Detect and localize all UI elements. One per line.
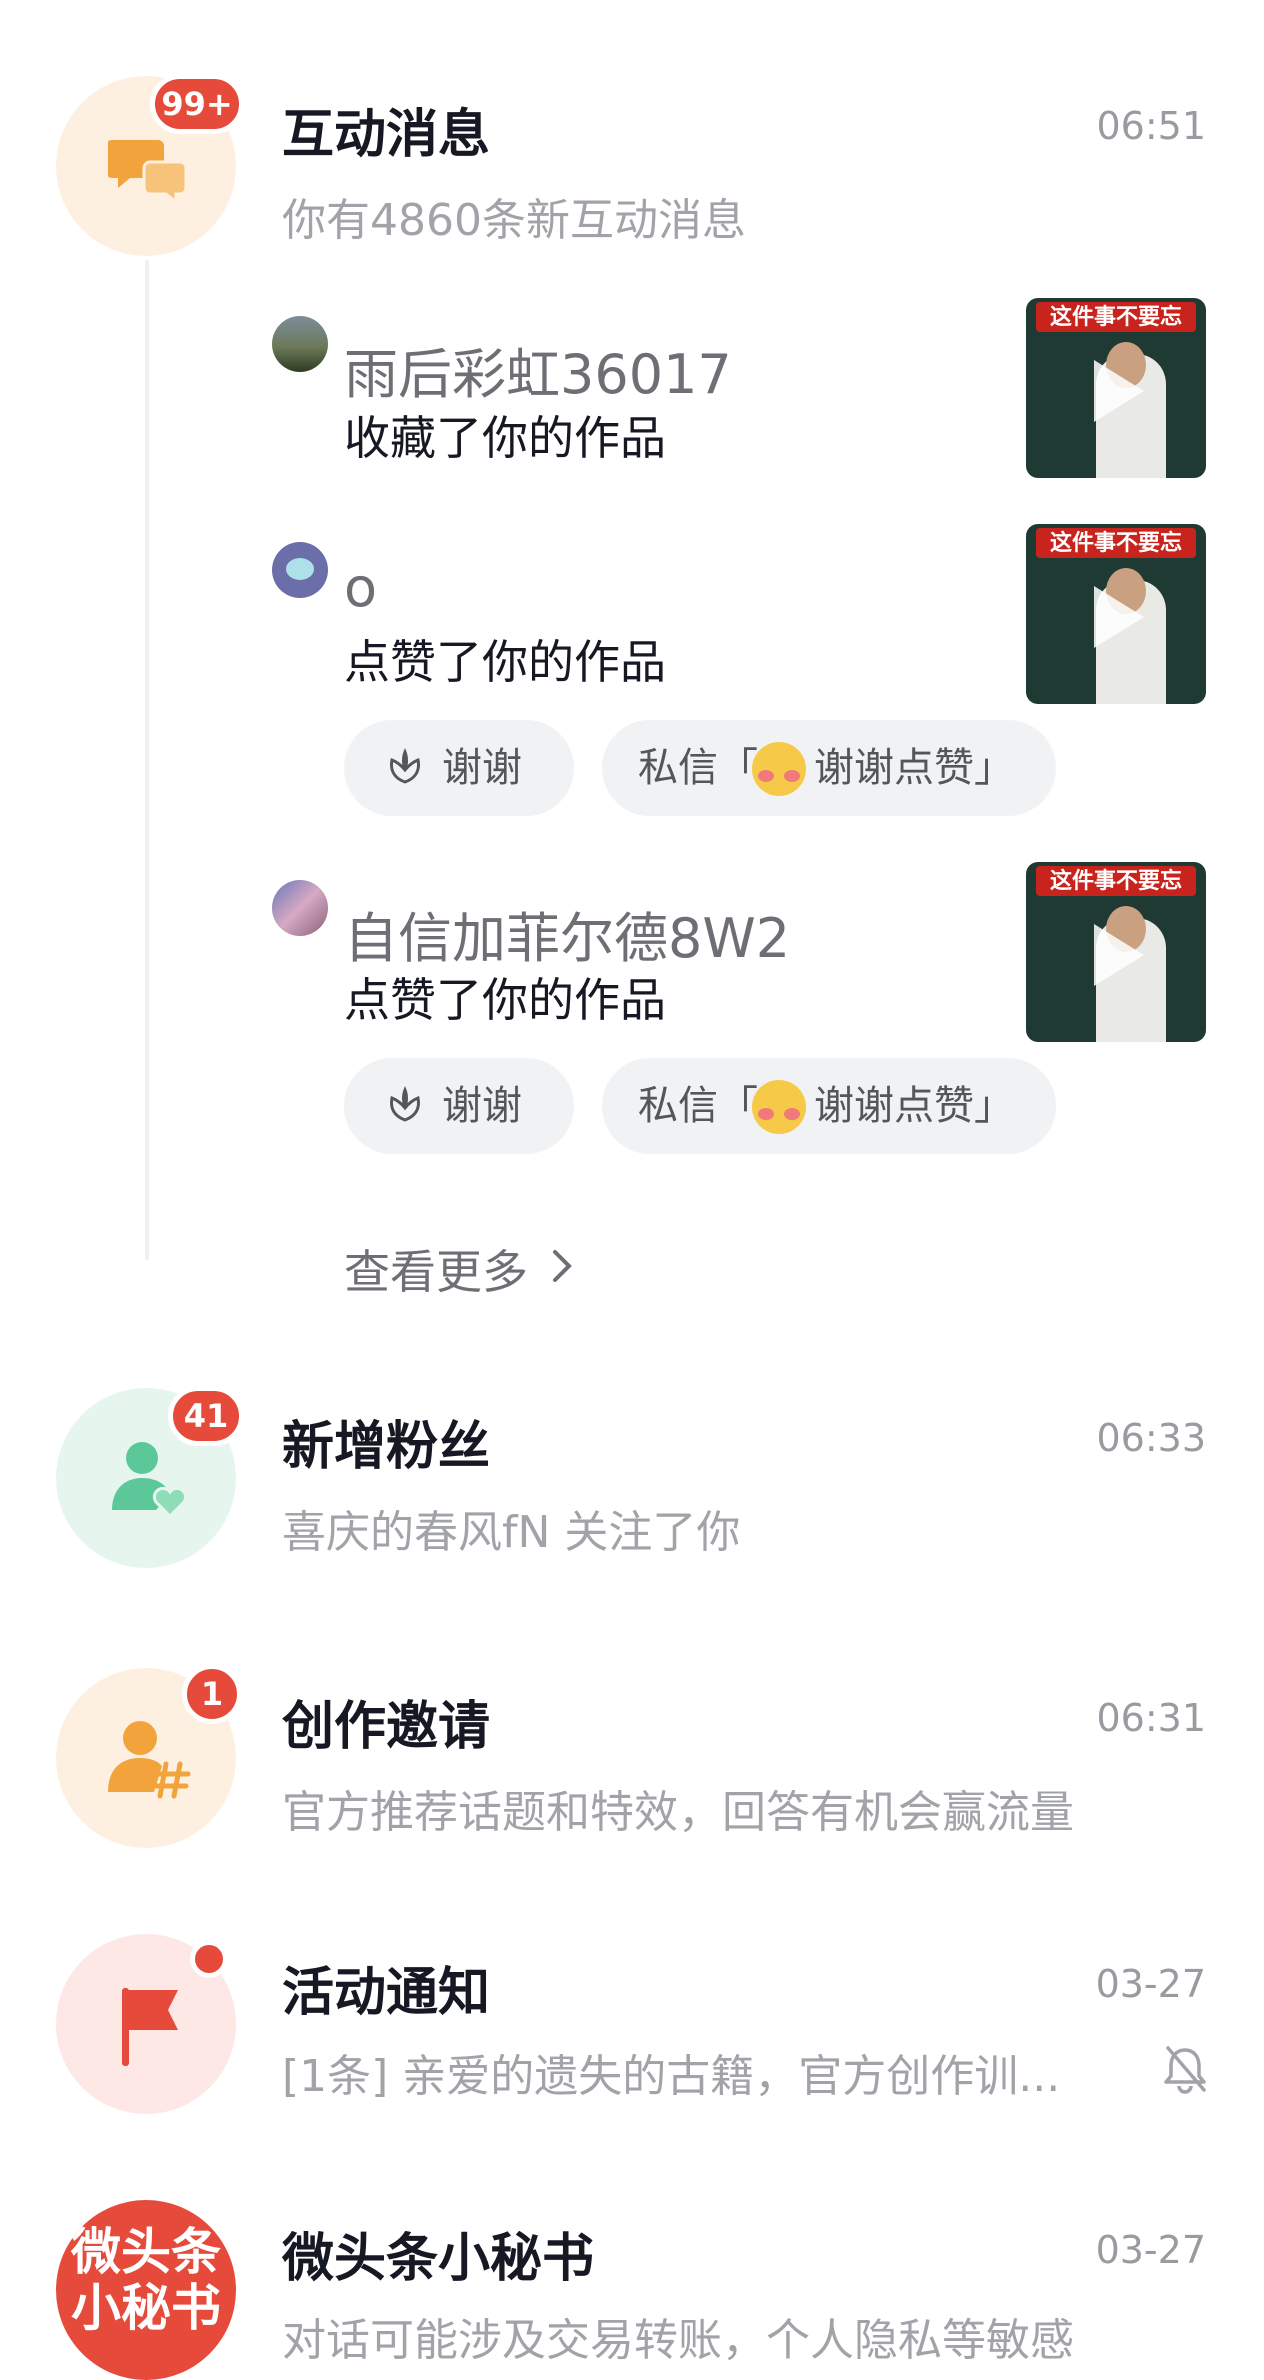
invite-count-badge: 1 xyxy=(182,1664,242,1724)
dm-text: 谢谢点赞」 xyxy=(814,1083,1014,1129)
user-name[interactable]: 雨后彩虹36017 xyxy=(344,330,732,409)
activity-title: 活动通知 xyxy=(282,1963,491,2023)
chevron-right-icon xyxy=(553,1250,572,1282)
user-avatar[interactable] xyxy=(272,316,328,372)
flower-icon xyxy=(390,1086,420,1122)
followers-count-badge: 41 xyxy=(168,1386,244,1446)
action-text: 点赞了你的作品 xyxy=(344,635,666,689)
user-hashtag-icon xyxy=(108,1721,191,1799)
dm-thanks-button[interactable]: 私信「 谢谢点赞」 xyxy=(602,1058,1056,1154)
dm-prefix: 私信「 xyxy=(638,1083,758,1129)
user-name[interactable]: 自信加菲尔德8W2 xyxy=(344,894,790,973)
action-text: 点赞了你的作品 xyxy=(344,973,666,1027)
thumbnail-banner: 这件事不要忘 xyxy=(1036,528,1196,558)
thanks-button[interactable]: 谢谢 xyxy=(344,1058,574,1154)
secretary-time: 03-27 xyxy=(1095,2228,1206,2272)
dm-prefix: 私信「 xyxy=(638,745,758,791)
secretary-title: 微头条小秘书 xyxy=(282,2229,595,2289)
blush-emoji-icon xyxy=(752,1080,806,1134)
thanks-label: 谢谢 xyxy=(442,1083,522,1129)
see-more-label: 查看更多 xyxy=(344,1245,528,1299)
invite-title: 创作邀请 xyxy=(282,1697,491,1757)
play-icon xyxy=(1094,586,1144,648)
interaction-count-badge: 99+ xyxy=(150,74,244,134)
thumbnail-banner: 这件事不要忘 xyxy=(1036,866,1196,896)
activity-subtitle: [1条] 亲爱的遗失的古籍，官方创作训... xyxy=(282,2051,1061,2102)
flower-icon xyxy=(390,748,420,784)
video-thumbnail[interactable]: 这件事不要忘 xyxy=(1026,862,1206,1042)
action-text: 收藏了你的作品 xyxy=(344,411,666,465)
followers-time: 06:33 xyxy=(1096,1416,1206,1460)
interaction-time: 06:51 xyxy=(1096,104,1206,148)
dm-text: 谢谢点赞」 xyxy=(814,745,1014,791)
user-avatar[interactable] xyxy=(272,542,328,598)
user-heart-icon xyxy=(112,1442,188,1518)
user-name[interactable]: o xyxy=(344,556,377,619)
video-thumbnail[interactable]: 这件事不要忘 xyxy=(1026,298,1206,478)
thumbnail-banner: 这件事不要忘 xyxy=(1036,302,1196,332)
interaction-title: 互动消息 xyxy=(282,105,491,165)
play-icon xyxy=(1094,924,1144,986)
invite-time: 06:31 xyxy=(1096,1696,1206,1740)
video-thumbnail[interactable]: 这件事不要忘 xyxy=(1026,524,1206,704)
secretary-subtitle: 对话可能涉及交易转账，个人隐私等敏感 xyxy=(282,2315,1074,2366)
chat-bubbles-icon xyxy=(108,140,188,206)
flag-icon xyxy=(122,1988,178,2066)
activity-time: 03-27 xyxy=(1095,1962,1206,2006)
followers-subtitle: 喜庆的春风fN 关注了你 xyxy=(282,1507,741,1558)
thanks-label: 谢谢 xyxy=(442,745,522,791)
user-avatar[interactable] xyxy=(272,880,328,936)
invite-subtitle: 官方推荐话题和特效，回答有机会赢流量 xyxy=(282,1787,1074,1838)
timeline-line xyxy=(145,260,149,1260)
bell-muted-icon[interactable] xyxy=(1162,2044,1208,2094)
activity-unread-dot xyxy=(190,1940,228,1978)
play-icon xyxy=(1094,360,1144,422)
secretary-avatar: 微头条小秘书 xyxy=(56,2200,236,2380)
interaction-subtitle: 你有4860条新互动消息 xyxy=(282,195,746,246)
thanks-button[interactable]: 谢谢 xyxy=(344,720,574,816)
followers-title: 新增粉丝 xyxy=(282,1417,491,1477)
dm-thanks-button[interactable]: 私信「 谢谢点赞」 xyxy=(602,720,1056,816)
blush-emoji-icon xyxy=(752,742,806,796)
secretary-avatar-text: 微头条小秘书 xyxy=(71,2223,221,2337)
